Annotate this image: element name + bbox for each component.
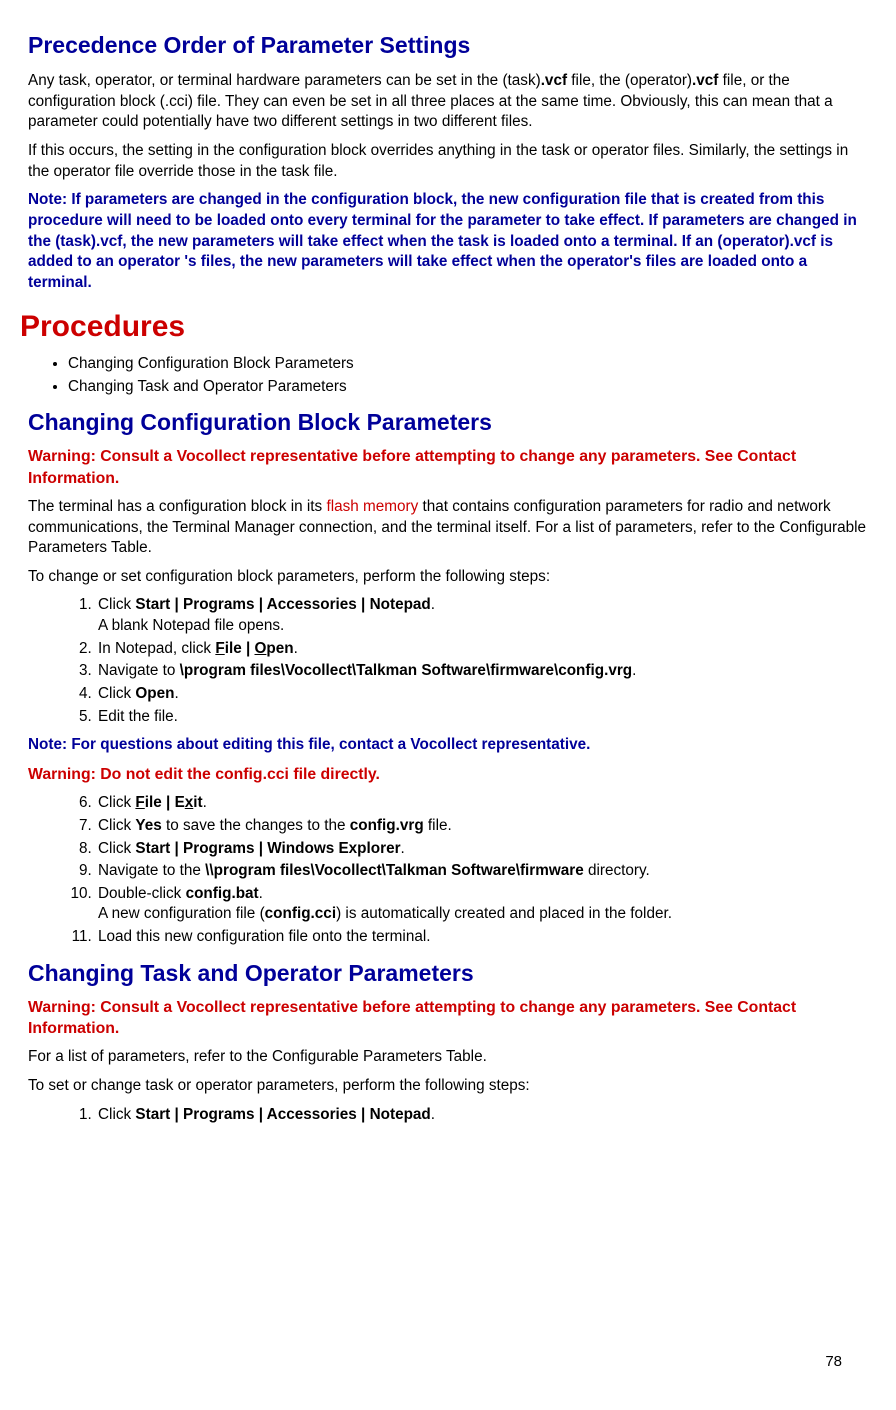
mnemonic-f: F	[215, 640, 224, 657]
heading-procedures: Procedures	[20, 307, 868, 348]
list-item: Changing Configuration Block Parameters	[68, 354, 868, 375]
text: pen	[266, 640, 293, 657]
text: In Notepad, click	[98, 640, 215, 657]
para-intro-1: Any task, operator, or terminal hardware…	[28, 71, 868, 133]
text-bold: Yes	[135, 817, 161, 834]
text-bold: config.vrg	[350, 817, 424, 834]
text: it	[193, 794, 202, 811]
heading-ccbp: Changing Configuration Block Parameters	[28, 407, 868, 438]
text: Click	[98, 794, 135, 811]
text: Click	[98, 1106, 135, 1123]
para-ccbp-2: To change or set configuration block par…	[28, 567, 868, 588]
text: .	[401, 840, 405, 857]
text-vcf1: .vcf	[541, 72, 567, 89]
text: Click	[98, 596, 135, 613]
procedures-list: Changing Configuration Block Parameters …	[48, 354, 868, 397]
text-path: \\program files\Vocollect\Talkman Softwa…	[205, 862, 584, 879]
text-vcf2: .vcf	[692, 72, 718, 89]
note-precedence: Note: If parameters are changed in the c…	[28, 190, 868, 293]
step-2: In Notepad, click File | Open.	[96, 639, 868, 660]
link-flash-memory[interactable]: flash memory	[326, 498, 418, 515]
text: .	[259, 885, 263, 902]
list-item: Changing Task and Operator Parameters	[68, 377, 868, 398]
step-4: Click Open.	[96, 684, 868, 705]
text: .	[431, 1106, 435, 1123]
step-1: Click Start | Programs | Accessories | N…	[96, 595, 868, 636]
text: .	[632, 662, 636, 679]
step-9: Navigate to the \\program files\Vocollec…	[96, 861, 868, 882]
text: ile	[145, 794, 162, 811]
warning-ctop: Warning: Consult a Vocollect representat…	[28, 997, 868, 1040]
note-edit: Note: For questions about editing this f…	[28, 735, 868, 756]
text: The terminal has a configuration block i…	[28, 498, 326, 515]
heading-precedence: Precedence Order of Parameter Settings	[28, 30, 868, 61]
text: .	[203, 794, 207, 811]
para-intro-2: If this occurs, the setting in the confi…	[28, 141, 868, 182]
text: .	[294, 640, 298, 657]
text-bold: Open	[135, 685, 174, 702]
step-10: Double-click config.bat. A new configura…	[96, 884, 868, 925]
text-path: \program files\Vocollect\Talkman Softwar…	[180, 662, 633, 679]
steps-ccbp-2: Click File | Exit. Click Yes to save the…	[70, 793, 868, 947]
text: |	[242, 640, 255, 657]
para-ctop-1: For a list of parameters, refer to the C…	[28, 1047, 868, 1068]
text: ) is automatically created and placed in…	[336, 905, 672, 922]
step-11: Load this new configuration file onto th…	[96, 927, 868, 948]
text: Click	[98, 685, 135, 702]
text: Double-click	[98, 885, 186, 902]
text-bold: Start | Programs | Accessories | Notepad	[135, 1106, 430, 1123]
text: Navigate to the	[98, 862, 205, 879]
text: .	[431, 596, 435, 613]
text: Navigate to	[98, 662, 180, 679]
heading-ctop: Changing Task and Operator Parameters	[28, 958, 868, 989]
step-6: Click File | Exit.	[96, 793, 868, 814]
step-5: Edit the file.	[96, 707, 868, 728]
text-bold: config.cci	[265, 905, 336, 922]
text: A blank Notepad file opens.	[98, 617, 284, 634]
step-3: Navigate to \program files\Vocollect\Tal…	[96, 661, 868, 682]
text-bold: config.bat	[186, 885, 259, 902]
text: E	[175, 794, 185, 811]
text: directory.	[584, 862, 650, 879]
step-8: Click Start | Programs | Windows Explore…	[96, 839, 868, 860]
mnemonic-f: F	[135, 794, 144, 811]
mnemonic-o: O	[255, 640, 267, 657]
text: |	[162, 794, 175, 811]
steps-ccbp-1: Click Start | Programs | Accessories | N…	[70, 595, 868, 727]
text: to save the changes to the	[162, 817, 350, 834]
text: ile	[225, 640, 242, 657]
text: Click	[98, 817, 135, 834]
text: Click	[98, 840, 135, 857]
page-number: 78	[825, 1352, 842, 1372]
text-bold: Start | Programs | Accessories | Notepad	[135, 596, 430, 613]
mnemonic-x: x	[185, 794, 194, 811]
text: .	[175, 685, 179, 702]
steps-ctop: Click Start | Programs | Accessories | N…	[70, 1105, 868, 1126]
para-ctop-2: To set or change task or operator parame…	[28, 1076, 868, 1097]
text: file, the (operator)	[567, 72, 692, 89]
step-7: Click Yes to save the changes to the con…	[96, 816, 868, 837]
warning-config: Warning: Do not edit the config.cci file…	[28, 764, 868, 785]
text: Any task, operator, or terminal hardware…	[28, 72, 541, 89]
warning-ccbp: Warning: Consult a Vocollect representat…	[28, 446, 868, 489]
text: file.	[424, 817, 452, 834]
text: A new configuration file (	[98, 905, 265, 922]
para-ccbp-1: The terminal has a configuration block i…	[28, 497, 868, 559]
step-t1: Click Start | Programs | Accessories | N…	[96, 1105, 868, 1126]
text-bold: Start | Programs | Windows Explorer	[135, 840, 400, 857]
